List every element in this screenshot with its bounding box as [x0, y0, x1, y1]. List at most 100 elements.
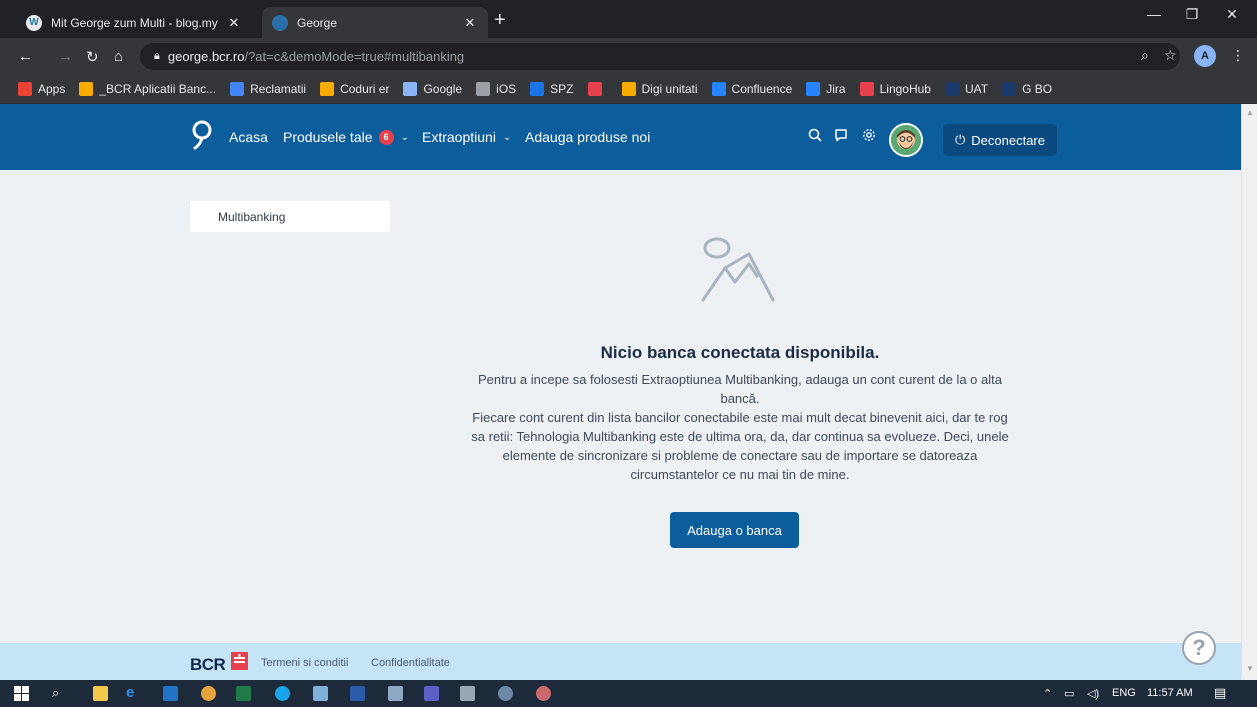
word-icon[interactable] — [350, 686, 365, 701]
windows-start-icon[interactable] — [14, 686, 29, 701]
page-scrollbar[interactable]: ▲ ▼ — [1241, 104, 1257, 677]
network-icon[interactable]: ▭ — [1064, 687, 1074, 700]
bookmark-item[interactable]: Digi unitati — [621, 82, 698, 96]
nav-add-products[interactable]: Adauga produse noi — [525, 104, 650, 170]
lock-icon: 🔒︎ — [154, 50, 160, 62]
logout-button[interactable]: ⏻ Deconectare — [943, 124, 1057, 156]
chrome-icon[interactable] — [201, 686, 216, 701]
bookmark-item[interactable]: _BCR Aplicatii Banc... — [79, 82, 216, 96]
new-tab-button[interactable]: + — [494, 9, 506, 32]
bookmark-item[interactable]: LingoHub — [859, 82, 931, 96]
bcr-logo[interactable]: BCR — [190, 655, 226, 675]
bookmark-label: LingoHub — [879, 82, 931, 96]
volume-icon[interactable]: ◁) — [1087, 687, 1099, 700]
bookmark-label: _BCR Aplicatii Banc... — [99, 82, 217, 96]
outlook-icon[interactable] — [163, 686, 178, 701]
bookmark-item[interactable]: Apps — [18, 82, 65, 96]
menu-kebab-icon[interactable]: ⋮ — [1231, 47, 1245, 64]
profile-avatar[interactable]: A — [1194, 45, 1216, 67]
chat-icon[interactable] — [834, 128, 848, 145]
app-icon[interactable] — [313, 686, 328, 701]
app-icon[interactable] — [460, 686, 475, 701]
main-content: Multibanking Nicio banca conectata dispo… — [0, 170, 1241, 643]
apps-grid-icon — [18, 82, 32, 96]
bookmark-favicon-icon — [859, 82, 874, 96]
sidebar-item-multibanking[interactable]: Multibanking — [190, 201, 390, 232]
chevron-up-icon[interactable]: ⌃ — [1043, 687, 1052, 700]
bookmark-star-icon[interactable]: ☆ — [1164, 47, 1177, 64]
address-bar[interactable]: 🔒︎ george.bcr.ro/?at=c&demoMode=true#mul… — [140, 43, 1180, 70]
bookmark-item[interactable]: iOS — [476, 82, 516, 96]
forward-icon[interactable]: → — [58, 48, 73, 65]
browser-toolbar: ← → ↻ ⌂ 🔒︎ george.bcr.ro/?at=c&demoMode=… — [0, 38, 1257, 75]
skype-icon[interactable] — [275, 686, 290, 701]
bookmark-label: UAT — [964, 82, 989, 96]
browser-tab-blog[interactable]: W Mit George zum Multi - blog.my ✕ — [16, 7, 252, 38]
scroll-up-arrow-icon[interactable]: ▲ — [1246, 108, 1254, 117]
reload-icon[interactable]: ↻ — [86, 48, 99, 66]
close-window-button[interactable]: ✕ — [1212, 6, 1252, 23]
search-icon[interactable] — [808, 128, 822, 145]
notifications-icon[interactable]: ▤ — [1214, 685, 1226, 701]
bookmark-label: Apps — [38, 82, 66, 96]
user-avatar[interactable] — [889, 123, 923, 157]
products-count-badge: 6 — [378, 129, 394, 145]
empty-state-title: Nicio banca conectata disponibila. — [600, 343, 880, 362]
bookmark-item[interactable]: UAT — [944, 82, 989, 96]
file-explorer-icon[interactable] — [93, 686, 108, 701]
tab-title: Mit George zum Multi - blog.my — [51, 15, 218, 30]
bookmark-label: Reclamatii — [250, 82, 307, 96]
bookmark-favicon-icon — [530, 82, 545, 96]
bookmark-label: Jira — [826, 82, 846, 96]
teams-icon[interactable] — [424, 686, 439, 701]
power-icon: ⏻ — [954, 132, 966, 147]
back-icon[interactable]: ← — [18, 48, 33, 65]
privacy-link[interactable]: Confidentialitate — [371, 657, 450, 669]
bookmark-favicon-icon — [1002, 82, 1017, 96]
empty-state-description: Pentru a incepe sa folosesti Extraoptiun… — [465, 370, 1015, 484]
bookmark-item[interactable]: Reclamatii — [230, 82, 306, 96]
zoom-icon[interactable]: ⌕ — [1141, 47, 1149, 64]
clock[interactable]: 11:57 AM — [1147, 687, 1193, 699]
bookmark-item[interactable]: Jira — [806, 82, 846, 96]
bookmark-item[interactable]: Google — [403, 82, 462, 96]
bookmark-item[interactable]: G BO — [1002, 82, 1052, 96]
browser-tab-george[interactable]: George ✕ — [262, 7, 488, 38]
bookmark-favicon-icon — [944, 82, 959, 96]
bookmark-item[interactable]: Confluence — [711, 82, 793, 96]
chevron-down-icon: ⌄ — [502, 131, 512, 143]
app-icon[interactable] — [388, 686, 403, 701]
help-button[interactable]: ? — [1182, 631, 1216, 665]
add-bank-button[interactable]: Adauga o banca — [670, 512, 799, 548]
home-icon[interactable]: ⌂ — [114, 48, 123, 65]
terms-link[interactable]: Termeni si conditii — [261, 657, 348, 669]
excel-icon[interactable] — [236, 686, 251, 701]
search-icon[interactable]: ⌕ — [52, 685, 67, 700]
bookmark-item[interactable] — [587, 82, 608, 96]
app-icon[interactable] — [498, 686, 513, 701]
bookmarks-bar: Apps _BCR Aplicatii Banc... Reclamatii Codu… — [0, 75, 1257, 104]
george-logo[interactable] — [191, 120, 213, 150]
bcr-mark-icon — [231, 652, 248, 670]
bookmark-label: Confluence — [731, 82, 793, 96]
url-host: george.bcr.ro — [167, 49, 245, 64]
app-icon[interactable] — [536, 686, 551, 701]
tab-title: George — [297, 15, 338, 30]
bookmark-favicon-icon — [320, 82, 335, 96]
page-footer: BCR Termeni si conditii Confidentialitat… — [0, 643, 1241, 680]
nav-extras[interactable]: Extraoptiuni ⌄ — [422, 104, 511, 170]
language-indicator[interactable]: ENG — [1112, 687, 1136, 699]
empty-state-illustration — [701, 237, 775, 302]
nav-products-label: Produsele tale — [283, 129, 373, 145]
gear-icon[interactable] — [862, 128, 876, 145]
close-tab-icon[interactable]: ✕ — [226, 15, 242, 31]
nav-products[interactable]: Produsele tale 6 ⌄ — [283, 104, 409, 170]
minimize-button[interactable]: — — [1134, 6, 1174, 22]
close-tab-icon[interactable]: ✕ — [462, 15, 478, 31]
bookmark-item[interactable]: SPZ — [530, 82, 574, 96]
edge-icon[interactable]: e — [126, 684, 141, 701]
bookmark-item[interactable]: Coduri er — [320, 82, 389, 96]
scroll-down-arrow-icon[interactable]: ▼ — [1246, 664, 1254, 673]
restore-button[interactable]: ❐ — [1172, 6, 1212, 23]
nav-home[interactable]: Acasa — [229, 104, 268, 170]
